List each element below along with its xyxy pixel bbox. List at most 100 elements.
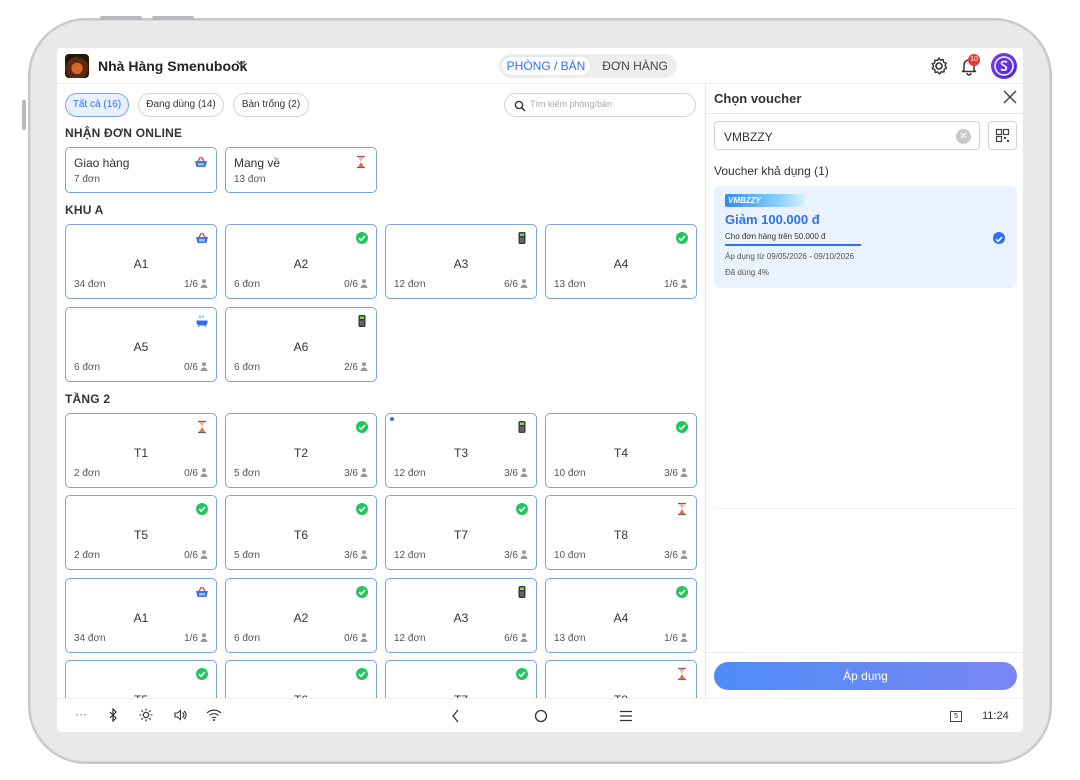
restaurant-logo <box>65 54 89 78</box>
table-name: A2 <box>293 257 309 271</box>
person-icon <box>520 468 528 477</box>
volume-icon[interactable] <box>173 708 187 725</box>
table-name: T3 <box>453 446 468 460</box>
person-icon <box>200 633 208 642</box>
table-seats-value: 6/6 <box>504 279 518 290</box>
gear-icon[interactable] <box>929 56 949 76</box>
check-circle-icon <box>355 420 369 434</box>
table-seats-value: 0/6 <box>344 279 358 290</box>
table-card[interactable]: T7 <box>385 660 537 698</box>
filter-all[interactable]: Tất cả (16) <box>65 93 129 117</box>
table-name: A6 <box>293 340 309 354</box>
table-name: T7 <box>453 528 468 542</box>
brightness-icon[interactable] <box>139 708 153 725</box>
more-icon[interactable]: ··· <box>75 707 87 721</box>
table-orders: 5 đơn <box>234 468 261 479</box>
table-orders: 2 đơn <box>74 468 101 479</box>
table-card[interactable]: A1 34 đơn 1/6 <box>65 578 217 653</box>
section-title-tang-2: TẦNG 2 <box>65 392 111 406</box>
check-circle-icon[interactable] <box>993 232 1005 244</box>
table-card[interactable]: A3 12 đơn 6/6 <box>385 224 537 299</box>
table-card[interactable]: T5 2 đơn 0/6 <box>65 495 217 570</box>
table-seats: 0/6 <box>344 633 368 644</box>
table-card[interactable]: T6 5 đơn 3/6 <box>225 495 377 570</box>
table-card[interactable]: T5 <box>65 660 217 698</box>
filter-empty[interactable]: Bàn trống (2) <box>233 93 309 117</box>
table-seats-value: 1/6 <box>184 633 198 644</box>
table-card[interactable]: A4 13 đơn 1/6 <box>545 224 697 299</box>
voucher-code-input[interactable]: VMBZZY ✕ <box>714 121 980 150</box>
filter-in-use[interactable]: Đang dùng (14) <box>138 93 224 117</box>
table-card[interactable]: T8 <box>545 660 697 698</box>
basket-icon <box>195 231 209 245</box>
table-card[interactable]: T4 10 đơn 3/6 <box>545 413 697 488</box>
person-icon <box>680 633 688 642</box>
table-seats: 6/6 <box>504 279 528 290</box>
check-circle-icon <box>675 231 689 245</box>
screens-icon[interactable]: 5 <box>950 711 962 722</box>
search-placeholder: Tìm kiếm phòng/bàn <box>530 99 613 109</box>
qr-scan-button[interactable] <box>988 121 1017 150</box>
person-icon <box>200 550 208 559</box>
voucher-card[interactable]: VMBZZY Giảm 100.000 đ Cho đơn hàng trên … <box>714 186 1017 288</box>
section-title-online: NHẬN ĐƠN ONLINE <box>65 126 183 140</box>
voucher-condition: Cho đơn hàng trên 50.000 đ <box>725 232 826 241</box>
check-circle-icon <box>515 667 529 681</box>
pos-terminal-icon <box>515 585 529 599</box>
check-circle-icon <box>515 502 529 516</box>
home-icon[interactable] <box>533 708 549 727</box>
table-card[interactable]: T2 5 đơn 3/6 <box>225 413 377 488</box>
wifi-icon[interactable] <box>206 708 222 725</box>
person-icon <box>360 362 368 371</box>
table-seats-value: 0/6 <box>184 550 198 561</box>
clear-icon[interactable]: ✕ <box>956 129 971 144</box>
close-icon[interactable] <box>1002 89 1018 105</box>
menu-icon[interactable] <box>618 708 634 727</box>
table-card[interactable]: A3 12 đơn 6/6 <box>385 578 537 653</box>
check-circle-icon <box>355 585 369 599</box>
person-icon <box>360 633 368 642</box>
person-icon <box>680 550 688 559</box>
apply-button[interactable]: Áp dụng <box>714 662 1017 690</box>
table-seats: 1/6 <box>184 279 208 290</box>
back-icon[interactable] <box>450 708 462 727</box>
table-name: A1 <box>133 611 149 625</box>
table-card[interactable]: A5 6 đơn 0/6 <box>65 307 217 382</box>
table-card[interactable]: A2 6 đơn 0/6 <box>225 578 377 653</box>
system-nav-bar: ··· 5 11:24 <box>57 698 1023 732</box>
table-card[interactable]: A1 34 đơn 1/6 <box>65 224 217 299</box>
table-card[interactable]: T7 12 đơn 3/6 <box>385 495 537 570</box>
table-seats-value: 0/6 <box>344 633 358 644</box>
table-card[interactable]: A2 6 đơn 0/6 <box>225 224 377 299</box>
avatar[interactable] <box>991 53 1017 79</box>
table-orders: 10 đơn <box>554 550 586 561</box>
online-order-card[interactable]: Giao hàng 7 đơn <box>65 147 217 193</box>
restaurant-name[interactable]: Nhà Hàng Smenubook <box>98 58 247 74</box>
table-card[interactable]: A6 6 đơn 2/6 <box>225 307 377 382</box>
search-icon <box>514 99 526 112</box>
table-card[interactable]: T6 <box>225 660 377 698</box>
table-seats: 2/6 <box>344 362 368 373</box>
table-seats: 3/6 <box>664 550 688 561</box>
table-card[interactable]: T3 12 đơn 3/6 <box>385 413 537 488</box>
top-bar: Nhà Hàng Smenubook PHÒNG / BÀN ĐƠN HÀNG … <box>57 48 1023 84</box>
table-seats: 0/6 <box>184 468 208 479</box>
chevron-down-icon[interactable] <box>235 57 247 72</box>
check-circle-icon <box>195 667 209 681</box>
tab-rooms-tables[interactable]: PHÒNG / BÀN <box>501 56 591 76</box>
table-seats-value: 3/6 <box>664 550 678 561</box>
search-input[interactable]: Tìm kiếm phòng/bàn <box>504 93 696 117</box>
hourglass-icon <box>354 155 368 169</box>
table-card[interactable]: T1 2 đơn 0/6 <box>65 413 217 488</box>
view-switcher: PHÒNG / BÀN ĐƠN HÀNG <box>499 54 677 78</box>
qr-code-icon <box>995 128 1010 143</box>
available-vouchers-label: Voucher khả dụng (1) <box>714 164 829 178</box>
table-name: T6 <box>293 528 308 542</box>
tab-orders[interactable]: ĐƠN HÀNG <box>595 56 675 76</box>
table-seats: 0/6 <box>344 279 368 290</box>
voucher-code-tag: VMBZZY <box>725 194 805 207</box>
table-card[interactable]: A4 13 đơn 1/6 <box>545 578 697 653</box>
bluetooth-icon[interactable] <box>107 707 119 725</box>
table-card[interactable]: T8 10 đơn 3/6 <box>545 495 697 570</box>
online-order-card[interactable]: Mang về 13 đơn <box>225 147 377 193</box>
